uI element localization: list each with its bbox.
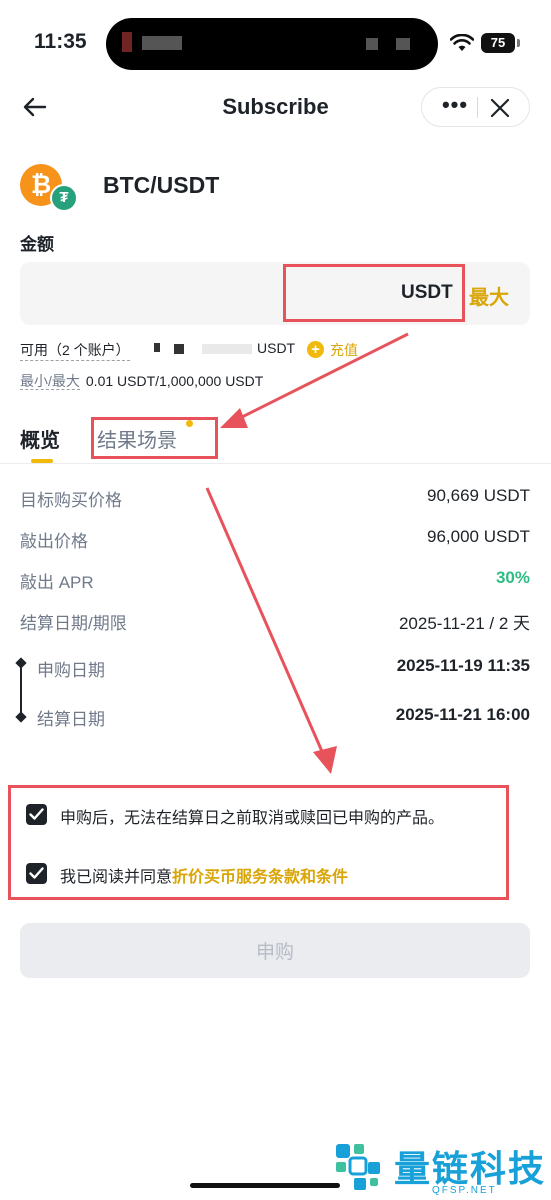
timeline-row-subscribe: 申购日期 2025-11-19 11:35 (20, 656, 530, 682)
timeline-value: 2025-11-21 16:00 (395, 705, 530, 724)
detail-value: 30% (495, 568, 530, 587)
wifi-icon (450, 34, 474, 51)
close-icon[interactable] (488, 96, 512, 120)
limits-value: 0.01 USDT/1,000,000 USDT (85, 373, 264, 389)
status-bar: 11:35 75 (0, 0, 551, 90)
redacted-balance (154, 343, 160, 352)
detail-row-knockout-price: 敲出价格 96,000 USDT (20, 527, 530, 553)
more-icon[interactable]: ••• (436, 88, 474, 126)
tab-bar: 概览 结果场景 (0, 416, 551, 464)
detail-row-knockout-apr: 敲出 APR 30% (20, 568, 530, 594)
annotation-box-tab (91, 417, 218, 459)
max-button[interactable]: 最大 (469, 281, 509, 310)
annotation-arrows (205, 332, 409, 774)
watermark: 量链科技 QFSP.NET (332, 1138, 551, 1200)
status-time: 11:35 (34, 30, 87, 53)
home-indicator (190, 1183, 340, 1188)
watermark-subtitle: QFSP.NET (432, 1185, 497, 1196)
subscribe-button[interactable]: 申购 (20, 923, 530, 978)
battery-icon: 75 (481, 33, 520, 53)
plus-circle-icon[interactable]: + (307, 341, 324, 358)
detail-label: 敲出 APR (20, 573, 94, 592)
limits-label[interactable]: 最小/最大 (20, 373, 80, 390)
dynamic-island (106, 18, 438, 70)
amount-label: 金额 (20, 235, 54, 254)
timeline-row-settle: 结算日期 2025-11-21 16:00 (20, 705, 530, 731)
tab-overview[interactable]: 概览 (20, 424, 60, 453)
annotation-box-unit (283, 264, 465, 322)
limits-row: 最小/最大 0.01 USDT/1,000,000 USDT (20, 371, 263, 391)
deposit-link[interactable]: 充值 (330, 340, 358, 360)
detail-value: 2025-11-21 / 2 天 (398, 614, 530, 633)
nav-bar: Subscribe ••• (0, 84, 551, 132)
timeline-label: 结算日期 (37, 710, 105, 729)
annotation-box-terms (8, 785, 509, 900)
detail-row-settlement: 结算日期/期限 2025-11-21 / 2 天 (20, 609, 530, 635)
timeline-label: 申购日期 (37, 661, 105, 680)
detail-label: 敲出价格 (20, 532, 88, 551)
qfsp-logo-icon (336, 1144, 380, 1190)
tether-icon: ₮ (50, 184, 78, 212)
redacted-balance (202, 344, 252, 354)
available-unit: USDT (257, 340, 296, 356)
detail-label: 结算日期/期限 (20, 614, 127, 633)
detail-row-target-price: 目标购买价格 90,669 USDT (20, 486, 530, 512)
tab-active-indicator (31, 459, 53, 463)
detail-value: 90,669 USDT (427, 486, 530, 505)
mini-program-capsule: ••• (421, 87, 530, 127)
timeline-value: 2025-11-19 11:35 (396, 656, 530, 675)
available-label[interactable]: 可用（2 个账户） (20, 340, 130, 361)
detail-value: 96,000 USDT (427, 527, 530, 546)
pair-name: BTC/USDT (103, 172, 220, 198)
redacted-balance (174, 344, 184, 354)
capsule-divider (477, 97, 478, 118)
detail-label: 目标购买价格 (20, 491, 122, 510)
